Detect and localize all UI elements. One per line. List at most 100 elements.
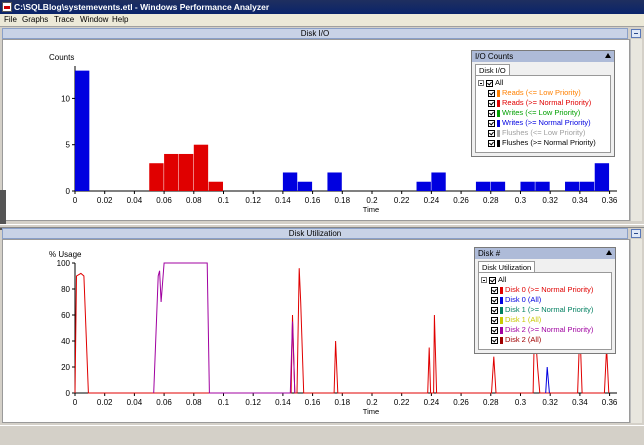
bar-writes-normal-priority bbox=[475, 181, 491, 191]
checkbox[interactable] bbox=[491, 316, 498, 324]
x-tick-label: 0.2 bbox=[366, 398, 378, 407]
checkbox[interactable] bbox=[488, 129, 495, 137]
series-color-swatch-icon bbox=[497, 139, 500, 147]
x-tick-label: 0.02 bbox=[97, 196, 113, 205]
menu-graphs[interactable]: Graphs bbox=[22, 15, 48, 24]
io-legend-item-reads-normal-priority[interactable]: Reads (>= Normal Priority) bbox=[488, 98, 591, 107]
disk-io-scrollbar[interactable] bbox=[630, 39, 642, 221]
y-tick-label: 0 bbox=[66, 187, 71, 196]
y-tick-label: 0 bbox=[66, 389, 71, 398]
collapse-arrow-icon[interactable] bbox=[605, 53, 611, 58]
checkbox[interactable] bbox=[488, 99, 495, 107]
checkbox[interactable] bbox=[488, 139, 495, 147]
disk-number-legend-header[interactable]: Disk # bbox=[475, 248, 615, 259]
legend-item-label: Writes (>= Normal Priority) bbox=[502, 118, 591, 127]
x-tick-label: 0 bbox=[73, 196, 78, 205]
collapse-arrow-icon[interactable] bbox=[606, 250, 612, 255]
x-tick-label: 0 bbox=[73, 398, 78, 407]
bar-writes-normal-priority bbox=[520, 181, 535, 191]
x-tick-label: 0.12 bbox=[245, 398, 261, 407]
y-tick-label: 10 bbox=[61, 94, 70, 103]
io-legend-item-flushes-low-priority[interactable]: Flushes (<= Low Priority) bbox=[488, 128, 585, 137]
x-tick-label: 0.14 bbox=[275, 196, 291, 205]
series-color-swatch-icon bbox=[497, 109, 500, 117]
y-tick-label: 80 bbox=[61, 285, 70, 294]
bar-writes-normal-priority bbox=[282, 172, 298, 191]
legend-item-all[interactable]: All bbox=[481, 275, 506, 284]
y-tick-label: 60 bbox=[61, 311, 70, 320]
io-legend-item-reads-low-priority[interactable]: Reads (<= Low Priority) bbox=[488, 88, 581, 97]
x-tick-label: 0.1 bbox=[218, 196, 230, 205]
series-color-swatch-icon bbox=[500, 296, 503, 304]
io-legend-item-flushes-normal-priority[interactable]: Flushes (>= Normal Priority) bbox=[488, 138, 596, 147]
io-counts-legend-list: All Reads (<= Low Priority) Reads (>= Nor… bbox=[475, 75, 611, 153]
x-tick-label: 0.32 bbox=[542, 196, 558, 205]
collapse-tree-icon[interactable] bbox=[481, 277, 487, 284]
disk-io-panel-menu-button[interactable] bbox=[631, 29, 641, 38]
menu-trace[interactable]: Trace bbox=[54, 15, 74, 24]
checkbox[interactable] bbox=[491, 286, 498, 294]
checkbox[interactable] bbox=[488, 89, 495, 97]
x-tick-label: 0.22 bbox=[394, 196, 410, 205]
x-tick-label: 0.16 bbox=[305, 398, 321, 407]
checkbox[interactable] bbox=[491, 326, 498, 334]
util-legend-item-disk-0-all[interactable]: Disk 0 (All) bbox=[491, 295, 541, 304]
checkbox-all[interactable] bbox=[486, 79, 493, 87]
io-counts-legend: I/O Counts Disk I/O All Reads (<= Low Pr… bbox=[471, 50, 615, 157]
x-axis-label: Time bbox=[363, 407, 379, 416]
checkbox[interactable] bbox=[488, 109, 495, 117]
checkbox[interactable] bbox=[491, 336, 498, 344]
x-tick-label: 0.24 bbox=[424, 196, 440, 205]
legend-item-label: Writes (<= Low Priority) bbox=[502, 108, 581, 117]
disk-util-panel-menu-button[interactable] bbox=[631, 229, 641, 238]
menu-file[interactable]: File bbox=[4, 15, 17, 24]
menu-bar: File Graphs Trace Window Help bbox=[0, 14, 644, 27]
disk-io-panel-title: Disk I/O bbox=[2, 28, 628, 39]
y-tick-label: 100 bbox=[57, 259, 71, 268]
bar-writes-normal-priority bbox=[535, 181, 550, 191]
x-tick-label: 0.22 bbox=[394, 398, 410, 407]
util-legend-item-disk-0-normal-priority[interactable]: Disk 0 (>= Normal Priority) bbox=[491, 285, 593, 294]
legend-root-label: All bbox=[495, 78, 504, 87]
bar-writes-normal-priority bbox=[431, 172, 446, 191]
util-legend-item-disk-2-normal-priority[interactable]: Disk 2 (>= Normal Priority) bbox=[491, 325, 593, 334]
series-color-swatch-icon bbox=[497, 119, 500, 127]
y-tick-label: 40 bbox=[61, 337, 70, 346]
legend-item-label: Flushes (>= Normal Priority) bbox=[502, 138, 596, 147]
y-tick-label: 5 bbox=[66, 141, 71, 150]
bar-writes-normal-priority bbox=[594, 163, 610, 191]
util-legend-item-disk-2-all[interactable]: Disk 2 (All) bbox=[491, 335, 541, 344]
x-tick-label: 0.04 bbox=[127, 398, 143, 407]
x-tick-label: 0.28 bbox=[483, 196, 499, 205]
menu-help[interactable]: Help bbox=[112, 15, 128, 24]
legend-item-label: Disk 1 (All) bbox=[505, 315, 542, 324]
io-counts-legend-header[interactable]: I/O Counts bbox=[472, 51, 614, 62]
checkbox[interactable] bbox=[491, 306, 498, 314]
util-legend-item-disk-1-all[interactable]: Disk 1 (All) bbox=[491, 315, 541, 324]
x-tick-label: 0.36 bbox=[602, 196, 618, 205]
disk-util-panel-title: Disk Utilization bbox=[2, 228, 628, 239]
io-legend-item-writes-low-priority[interactable]: Writes (<= Low Priority) bbox=[488, 108, 580, 117]
y-tick-label: 20 bbox=[61, 363, 70, 372]
app-icon bbox=[2, 2, 12, 12]
checkbox-all[interactable] bbox=[489, 276, 496, 284]
checkbox[interactable] bbox=[491, 296, 498, 304]
collapse-tree-icon[interactable] bbox=[478, 80, 484, 87]
series-color-swatch-icon bbox=[500, 316, 503, 324]
util-legend-item-disk-1-normal-priority[interactable]: Disk 1 (>= Normal Priority) bbox=[491, 305, 593, 314]
bar-reads-normal-priority bbox=[164, 153, 179, 191]
bar-writes-normal-priority bbox=[565, 181, 580, 191]
legend-item-label: Flushes (<= Low Priority) bbox=[502, 128, 586, 137]
x-tick-label: 0.26 bbox=[453, 398, 469, 407]
legend-item-all[interactable]: All bbox=[478, 78, 503, 87]
x-tick-label: 0.02 bbox=[97, 398, 113, 407]
checkbox[interactable] bbox=[488, 119, 495, 127]
io-legend-item-writes-normal-priority[interactable]: Writes (>= Normal Priority) bbox=[488, 118, 591, 127]
bar-writes-normal-priority bbox=[579, 181, 595, 191]
x-tick-label: 0.1 bbox=[218, 398, 230, 407]
bar-writes-normal-priority bbox=[416, 181, 431, 191]
line-disk-0-all bbox=[545, 366, 550, 394]
menu-window[interactable]: Window bbox=[80, 15, 108, 24]
x-tick-label: 0.04 bbox=[127, 196, 143, 205]
disk-util-scrollbar[interactable] bbox=[630, 239, 642, 423]
